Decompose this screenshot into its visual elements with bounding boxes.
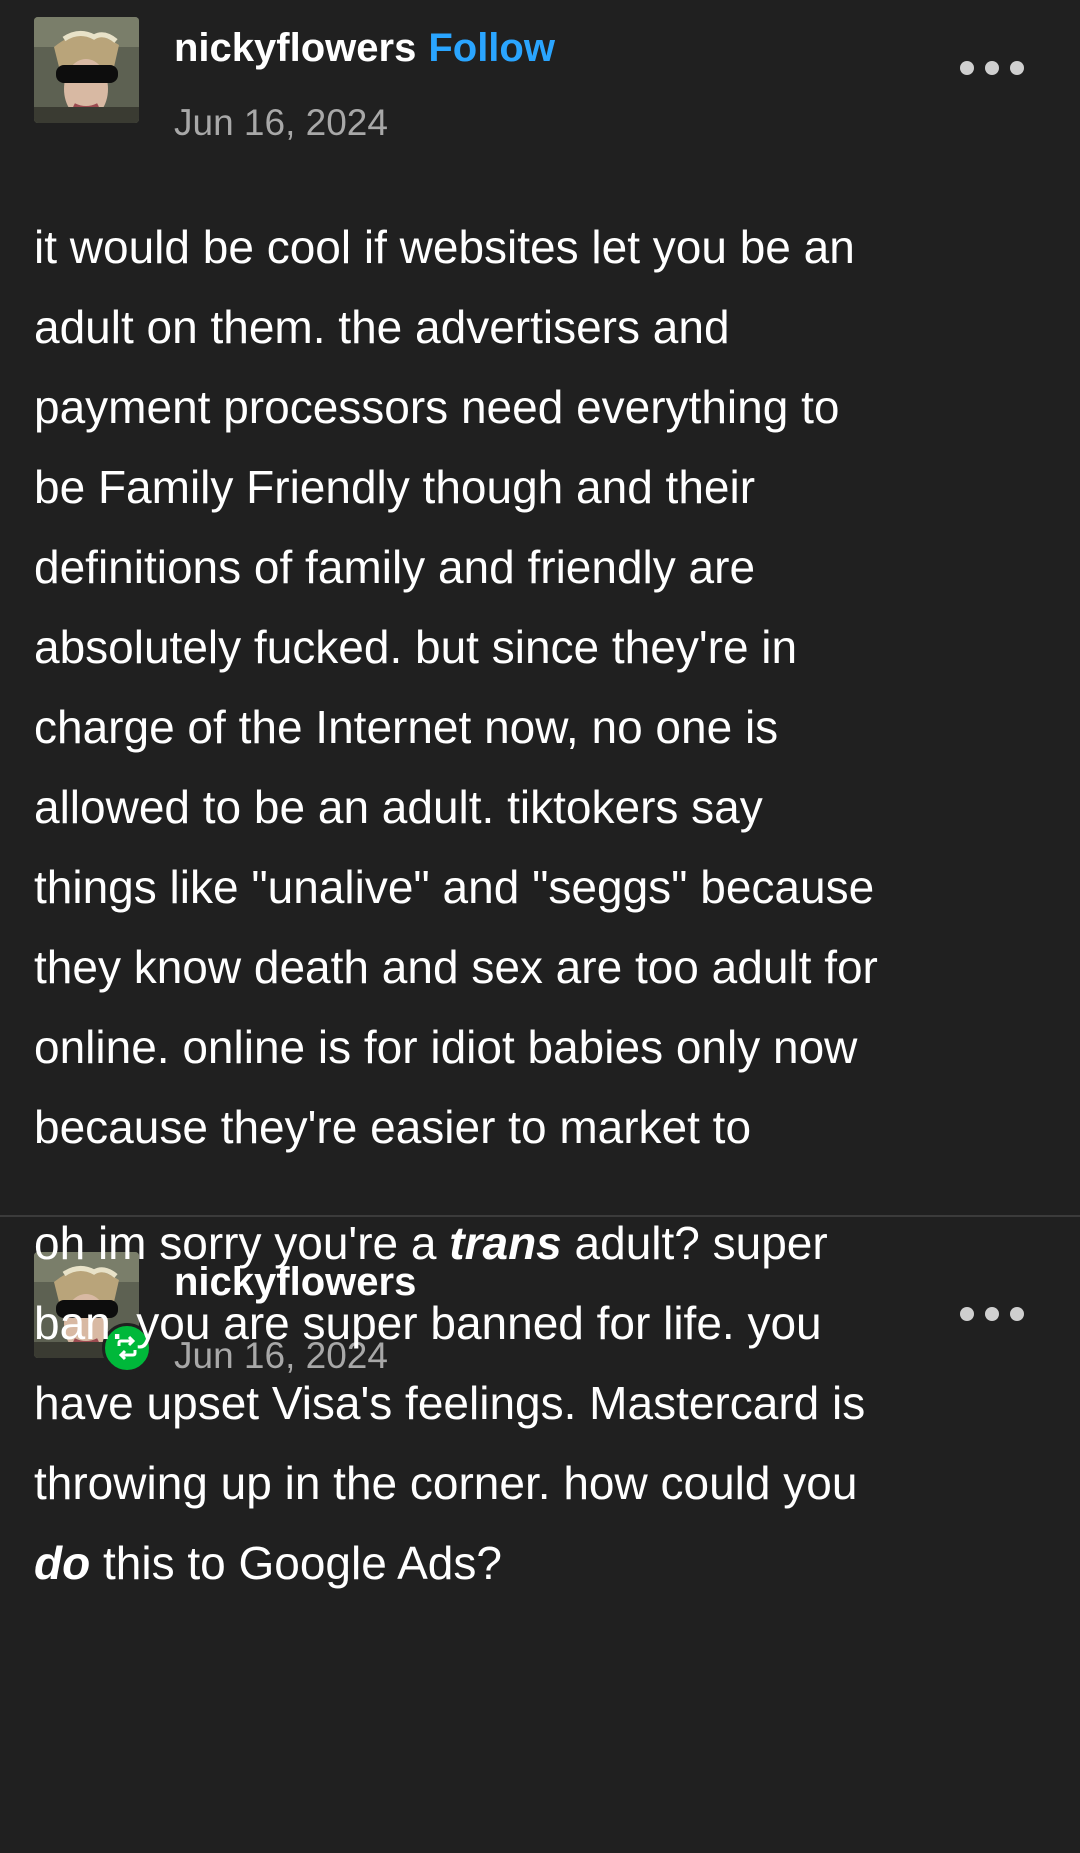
body-emphasis: do [34,1537,91,1589]
post-body-line: be Family Friendly though and their [34,461,756,513]
post-body-line: have upset Visa's feelings. Mastercard i… [34,1377,866,1429]
post-body-line: throwing up in the corner. how could you [34,1457,858,1509]
post-body: it would be cool if websites let you be … [34,207,1044,1167]
post-body-line: definitions of family and friendly are [34,541,756,593]
ellipsis-icon [960,61,974,75]
post-body-line: allowed to be an adult. tiktokers say [34,781,763,833]
reblog-body: oh im sorry you're a trans adult? super … [34,1203,1044,1603]
post-body-line: do this to Google Ads? [34,1523,1044,1603]
follow-button[interactable]: Follow [428,26,555,70]
ellipsis-icon [1010,61,1024,75]
avatar-image [34,17,139,123]
ellipsis-icon [985,61,999,75]
post-body-line: charge of the Internet now, no one is [34,701,779,753]
post-body-line: it would be cool if websites let you be … [34,221,855,273]
body-emphasis: trans [449,1217,562,1269]
more-options-button[interactable] [960,58,1024,78]
post-body-line: absolutely fucked. but since they're in [34,621,798,673]
post-body-line: ban. you are super banned for life. you [34,1297,822,1349]
post-body-line: because they're easier to market to [34,1101,752,1153]
body-text-segment: this to Google Ads? [90,1537,502,1589]
post-body-line: they know death and sex are too adult fo… [34,941,878,993]
post-body-line: online. online is for idiot babies only … [34,1021,858,1073]
post-body-line: payment processors need everything to [34,381,840,433]
post-body-line: things like "unalive" and "seggs" becaus… [34,861,875,913]
body-text-segment: oh im sorry you're a [34,1217,450,1269]
post-header-title: nickyflowers Follow [174,28,555,68]
post-body-line: adult on them. the advertisers and [34,301,730,353]
body-text-segment: adult? super [561,1217,828,1269]
post-body-line: oh im sorry you're a trans adult? super [34,1203,1044,1283]
avatar[interactable] [34,17,139,123]
username-link[interactable]: nickyflowers [174,26,416,70]
post-original: nickyflowers Follow Jun 16, 2024 it would… [0,0,1080,1216]
post-date: Jun 16, 2024 [174,102,388,143]
